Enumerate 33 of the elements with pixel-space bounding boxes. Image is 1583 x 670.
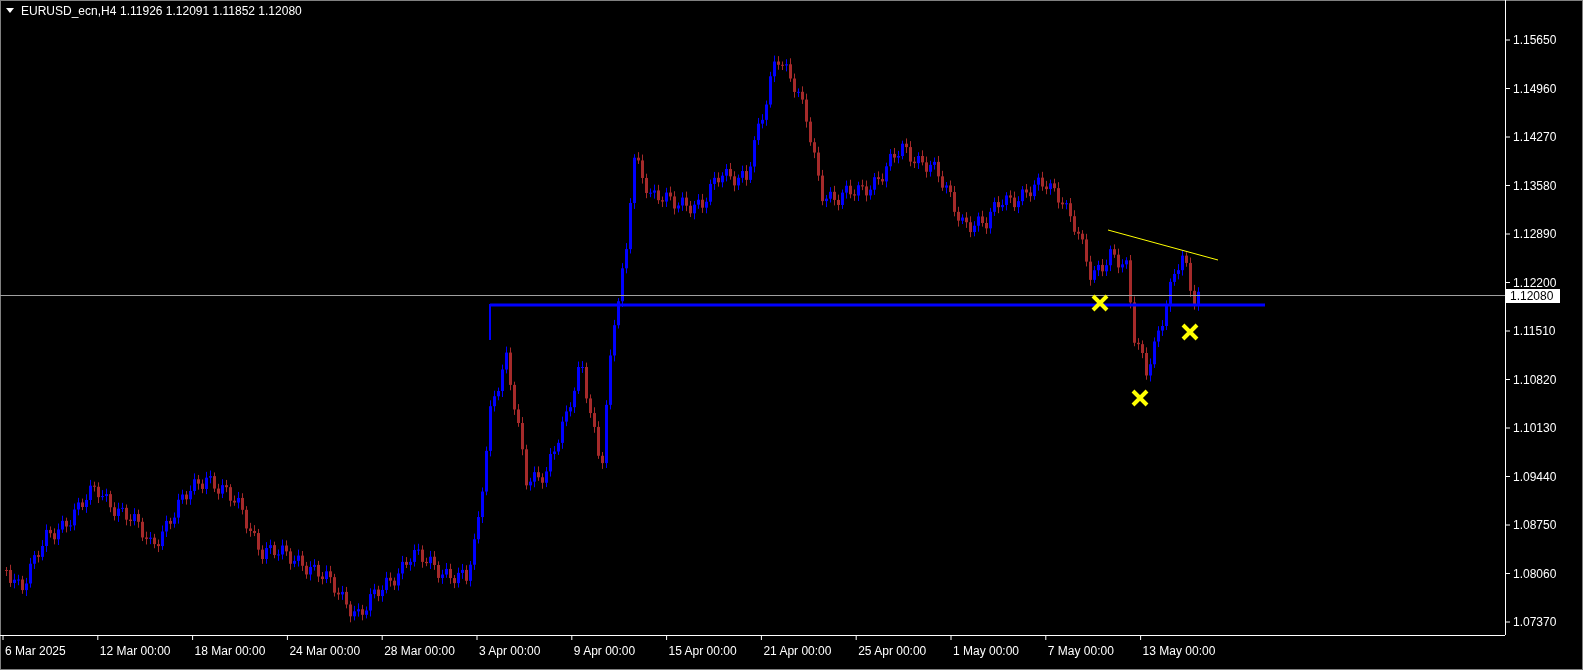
time-axis-label: 28 Mar 00:00 bbox=[384, 644, 455, 658]
price-axis-label: 1.15650 bbox=[1513, 33, 1557, 47]
current-price-tag: 1.12080 bbox=[1506, 289, 1560, 303]
price-axis-label: 1.14960 bbox=[1513, 81, 1557, 96]
price-axis-label: 1.14270 bbox=[1513, 130, 1557, 144]
price-axis-label: 1.08060 bbox=[1513, 566, 1557, 581]
price-axis-label: 1.12890 bbox=[1513, 227, 1557, 241]
price-axis-label: 1.10820 bbox=[1513, 372, 1557, 387]
time-axis-label: 21 Apr 00:00 bbox=[763, 644, 832, 658]
price-axis-label: 1.09440 bbox=[1513, 469, 1557, 484]
cross-marker-icon bbox=[1091, 294, 1109, 312]
time-axis-label: 1 May 00:00 bbox=[953, 644, 1020, 658]
time-axis-label: 9 Apr 00:00 bbox=[573, 644, 636, 658]
cross-marker-icon bbox=[1181, 323, 1199, 341]
time-axis-label: 15 Apr 00:00 bbox=[668, 644, 737, 658]
dropdown-triangle-icon bbox=[6, 8, 14, 13]
time-axis-label: 12 Mar 00:00 bbox=[99, 644, 171, 658]
time-axis-label: 3 Apr 00:00 bbox=[479, 644, 541, 658]
time-axis-label: 25 Apr 00:00 bbox=[858, 644, 927, 658]
price-axis-label: 1.11510 bbox=[1513, 324, 1556, 338]
price-axis-label: 1.13580 bbox=[1513, 178, 1557, 193]
time-axis-label: 13 May 00:00 bbox=[1142, 644, 1216, 658]
price-axis-label: 1.10130 bbox=[1513, 421, 1557, 435]
ohlc-quotes: 1.11926 1.12091 1.11852 1.12080 bbox=[120, 4, 302, 18]
price-axis-label: 1.07370 bbox=[1513, 615, 1557, 629]
time-axis-label: 7 May 00:00 bbox=[1047, 644, 1114, 658]
cross-marker-icon bbox=[1131, 389, 1149, 407]
price-axis-label: 1.12200 bbox=[1513, 275, 1557, 290]
symbol-label: EURUSD_ecn,H4 bbox=[21, 4, 117, 18]
time-axis-label: 6 Mar 2025 bbox=[5, 644, 66, 658]
price-axis-label: 1.08750 bbox=[1513, 518, 1557, 532]
time-axis-label: 24 Mar 00:00 bbox=[289, 644, 361, 658]
time-axis-label: 18 Mar 00:00 bbox=[194, 644, 266, 658]
